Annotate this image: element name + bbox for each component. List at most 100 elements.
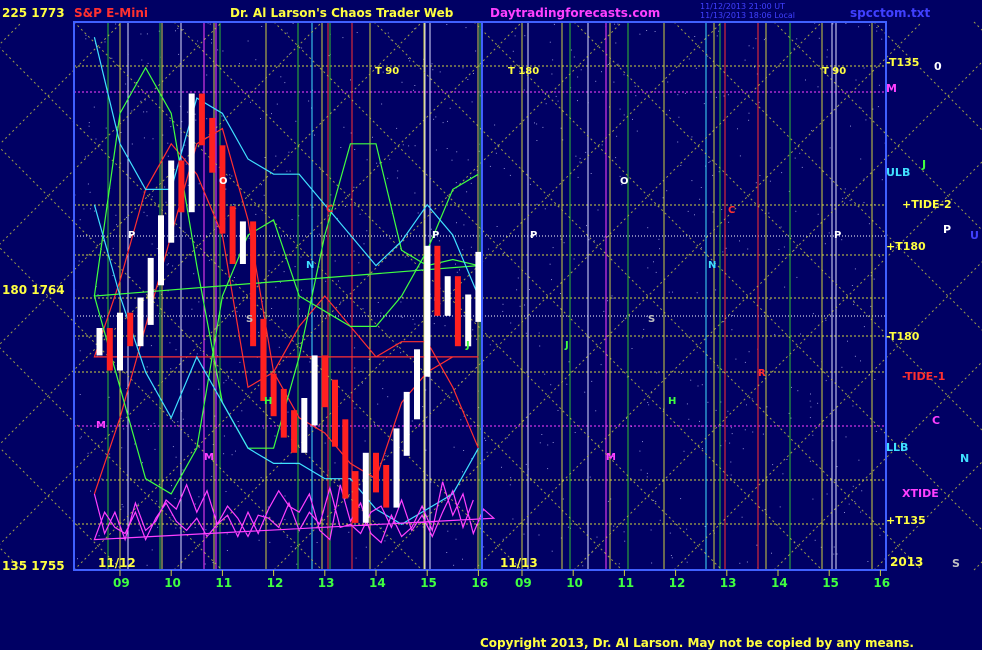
price-bar xyxy=(188,93,195,213)
star-dot xyxy=(171,485,172,487)
axis-label-bottom: 135 1755 xyxy=(2,559,65,573)
side-letter-n: N xyxy=(960,452,969,465)
star-dot xyxy=(648,404,650,406)
star-dot xyxy=(817,86,819,88)
star-dot xyxy=(374,423,375,425)
star-dot xyxy=(809,417,811,419)
star-dot xyxy=(653,261,654,263)
star-dot xyxy=(801,166,803,168)
annotation-label: H xyxy=(668,396,676,407)
star-dot xyxy=(879,534,881,536)
star-dot xyxy=(524,35,526,37)
star-dot xyxy=(195,119,197,121)
star-dot xyxy=(766,406,768,408)
star-dot xyxy=(771,552,772,554)
star-dot xyxy=(868,223,870,225)
star-dot xyxy=(518,203,520,205)
star-dot xyxy=(366,230,368,232)
star-dot xyxy=(744,429,746,431)
star-dot xyxy=(553,23,555,25)
star-dot xyxy=(463,450,465,451)
label-xtide: XTIDE xyxy=(902,487,939,500)
star-dot xyxy=(101,316,103,318)
star-dot xyxy=(470,182,472,184)
star-dot xyxy=(174,235,176,237)
star-dot xyxy=(812,313,814,315)
star-dot xyxy=(174,498,176,499)
star-dot xyxy=(523,533,525,535)
star-dot xyxy=(794,157,796,159)
star-dot xyxy=(134,443,136,445)
star-dot xyxy=(112,275,114,277)
star-dot xyxy=(151,243,153,245)
star-dot xyxy=(105,127,107,129)
star-dot xyxy=(534,122,535,124)
label-llb: LLB xyxy=(886,441,908,454)
star-dot xyxy=(847,340,848,342)
star-dot xyxy=(472,329,474,331)
star-dot xyxy=(167,263,169,265)
star-dot xyxy=(836,466,838,468)
star-dot xyxy=(194,527,196,529)
star-dot xyxy=(748,112,750,114)
star-dot xyxy=(187,184,189,186)
star-dot xyxy=(551,73,553,75)
star-dot xyxy=(560,127,562,129)
star-dot xyxy=(642,441,643,443)
star-dot xyxy=(655,271,657,273)
star-dot xyxy=(290,546,292,548)
star-dot xyxy=(817,213,819,215)
annotation-label: H xyxy=(264,396,272,407)
star-dot xyxy=(877,106,879,108)
star-dot xyxy=(796,276,798,278)
star-dot xyxy=(164,186,166,188)
price-bar xyxy=(106,328,113,371)
star-dot xyxy=(544,208,546,210)
star-dot xyxy=(465,27,467,29)
star-dot xyxy=(763,39,765,41)
star-dot xyxy=(131,110,133,112)
price-bar xyxy=(362,452,369,523)
star-dot xyxy=(223,453,225,455)
star-dot xyxy=(575,155,577,157)
star-dot xyxy=(774,334,776,336)
star-dot xyxy=(356,32,358,33)
star-dot xyxy=(368,358,370,360)
star-dot xyxy=(485,440,487,441)
star-dot xyxy=(712,174,714,176)
star-dot xyxy=(231,454,233,456)
star-dot xyxy=(577,100,578,102)
x-tick-label: 10 xyxy=(566,576,583,590)
annotation-label: T 180 xyxy=(508,66,539,77)
star-dot xyxy=(655,67,656,69)
star-dot xyxy=(615,157,617,159)
star-dot xyxy=(551,550,553,552)
star-dot xyxy=(651,562,653,564)
star-dot xyxy=(138,529,140,531)
star-dot xyxy=(703,103,705,105)
price-bar xyxy=(403,391,410,456)
star-dot xyxy=(607,64,609,65)
star-dot xyxy=(80,436,82,438)
star-dot xyxy=(399,315,401,317)
site-name[interactable]: Daytradingforecasts.com xyxy=(490,6,660,20)
star-dot xyxy=(832,440,834,442)
star-dot xyxy=(258,539,260,541)
star-dot xyxy=(854,268,856,270)
star-dot xyxy=(656,372,658,374)
star-dot xyxy=(639,450,641,452)
star-dot xyxy=(582,565,584,567)
star-dot xyxy=(509,484,511,486)
star-dot xyxy=(401,316,403,318)
star-dot xyxy=(193,273,195,275)
star-dot xyxy=(667,81,669,83)
star-dot xyxy=(691,136,693,138)
star-dot xyxy=(842,197,844,199)
star-dot xyxy=(699,420,700,422)
star-dot xyxy=(439,71,441,73)
star-dot xyxy=(462,67,464,69)
star-dot xyxy=(384,540,386,542)
star-dot xyxy=(619,108,621,110)
annotation-label: C xyxy=(728,205,735,216)
star-dot xyxy=(292,22,294,24)
